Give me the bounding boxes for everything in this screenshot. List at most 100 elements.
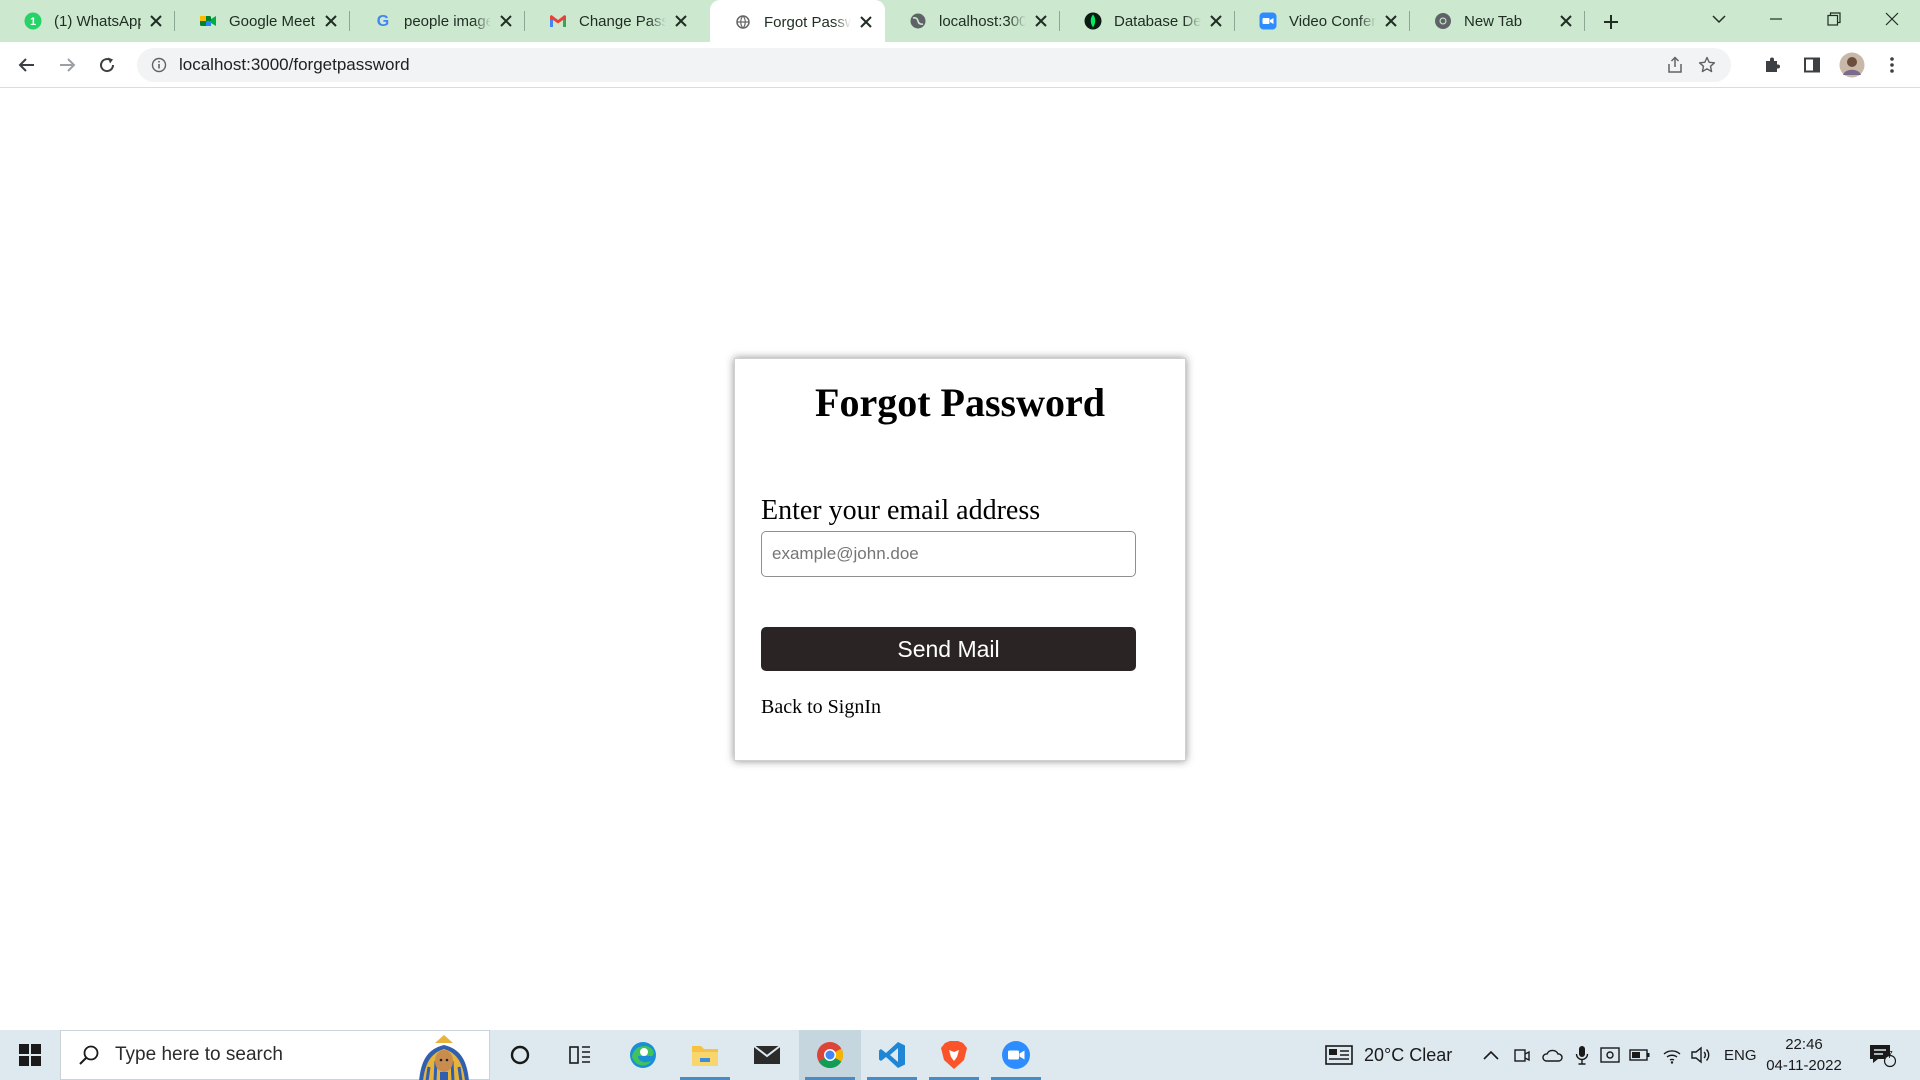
tab-title: New Tab <box>1464 12 1523 30</box>
tab-localhost[interactable]: localhost:3000 <box>885 0 1060 42</box>
tab-google-meet[interactable]: Google Meet <box>175 0 350 42</box>
email-field[interactable] <box>761 531 1136 577</box>
restore-icon <box>1827 12 1841 26</box>
bookmark-star-icon[interactable] <box>1691 49 1723 81</box>
tab-title: Forgot Password <box>764 13 851 31</box>
search-icon <box>77 1043 101 1067</box>
forward-button[interactable] <box>51 49 83 81</box>
tab-search-button[interactable] <box>1691 0 1747 38</box>
chrome-icon <box>1434 12 1452 30</box>
tab-title: localhost:3000 <box>939 12 1026 30</box>
reload-icon <box>100 57 115 73</box>
email-label: Enter your email address <box>761 495 1041 526</box>
vscode-button[interactable] <box>861 1030 923 1080</box>
url-text[interactable]: localhost:3000/forgetpassword <box>179 55 1659 75</box>
microphone-icon[interactable] <box>1570 1043 1594 1067</box>
svg-text:G: G <box>377 13 389 30</box>
page-title: Forgot Password <box>815 380 1105 425</box>
reload-button[interactable] <box>91 49 123 81</box>
close-window-button[interactable] <box>1864 0 1920 38</box>
restore-button[interactable] <box>1806 0 1862 38</box>
brave-icon <box>941 1041 967 1069</box>
tab-strip: 1 (1) WhatsApp Google Meet G people imag… <box>0 0 1920 44</box>
close-icon[interactable] <box>322 12 340 30</box>
tab-database-deployments[interactable]: Database Deployments <box>1060 0 1235 42</box>
tab-title: people images <box>404 12 491 30</box>
wifi-icon[interactable] <box>1660 1043 1684 1067</box>
close-icon[interactable] <box>497 12 515 30</box>
tab-forgot-password[interactable]: Forgot Password <box>710 0 885 44</box>
back-to-signin-link[interactable]: Back to SignIn <box>761 696 881 719</box>
brave-button[interactable] <box>923 1030 985 1080</box>
chevron-down-icon <box>1712 15 1726 24</box>
weather-text[interactable]: 20°C Clear <box>1364 1030 1452 1080</box>
close-icon[interactable] <box>1207 12 1225 30</box>
clock[interactable]: 22:46 04-11-2022 <box>1760 1034 1848 1076</box>
language-indicator[interactable]: ENG <box>1724 1030 1757 1080</box>
tab-video-conferencing[interactable]: Video Conferencing <box>1235 0 1410 42</box>
close-icon[interactable] <box>1557 12 1575 30</box>
clock-time: 22:46 <box>1785 1036 1823 1053</box>
edge-button[interactable] <box>612 1030 674 1080</box>
onedrive-cloud-icon[interactable] <box>1540 1043 1564 1067</box>
send-mail-button[interactable]: Send Mail <box>761 627 1136 671</box>
meet-now-icon[interactable] <box>1510 1043 1534 1067</box>
close-icon[interactable] <box>1382 12 1400 30</box>
minimize-icon <box>1770 18 1782 20</box>
google-icon: G <box>374 12 392 30</box>
back-button[interactable] <box>11 49 43 81</box>
zoom-button[interactable] <box>985 1030 1047 1080</box>
chrome-taskbar-button[interactable] <box>799 1030 861 1080</box>
close-icon[interactable] <box>672 12 690 30</box>
mail-button[interactable] <box>736 1030 798 1080</box>
battery-icon[interactable] <box>1628 1043 1652 1067</box>
file-explorer-button[interactable] <box>674 1030 736 1080</box>
windows-logo-icon <box>19 1044 41 1066</box>
menu-button[interactable] <box>1876 49 1908 81</box>
svg-text:1: 1 <box>30 16 36 28</box>
vscode-icon <box>879 1042 905 1068</box>
tab-people-images[interactable]: G people images <box>350 0 525 42</box>
address-bar[interactable]: localhost:3000/forgetpassword <box>137 48 1731 82</box>
browser-toolbar: localhost:3000/forgetpassword <box>0 42 1920 88</box>
tab-new-tab[interactable]: New Tab <box>1410 0 1585 42</box>
minimize-button[interactable] <box>1748 0 1804 38</box>
tab-title: Change Password <box>579 12 666 30</box>
taskbar-search[interactable]: Type here to search <box>60 1030 490 1080</box>
security-center-icon[interactable] <box>1598 1043 1622 1067</box>
close-icon[interactable] <box>1032 12 1050 30</box>
tab-change-password[interactable]: Change Password <box>525 0 700 42</box>
info-icon[interactable] <box>149 55 169 75</box>
clock-date: 04-11-2022 <box>1766 1057 1842 1074</box>
tab-separator <box>1584 11 1585 31</box>
close-icon <box>1885 12 1899 26</box>
edge-icon <box>630 1042 656 1068</box>
cortana-button[interactable] <box>489 1030 551 1080</box>
start-button[interactable] <box>0 1030 60 1080</box>
plus-icon <box>1604 15 1618 29</box>
zoom-icon <box>1259 12 1277 30</box>
close-icon[interactable] <box>857 13 875 31</box>
mail-icon <box>753 1045 781 1064</box>
tab-whatsapp[interactable]: 1 (1) WhatsApp <box>0 0 175 42</box>
new-tab-button[interactable] <box>1598 9 1624 35</box>
cortana-circle-icon <box>510 1045 530 1065</box>
task-view-button[interactable] <box>549 1030 611 1080</box>
arrow-right-icon <box>60 58 76 72</box>
chrome-icon <box>817 1042 844 1069</box>
share-icon[interactable] <box>1659 49 1691 81</box>
gmail-icon <box>549 12 567 30</box>
notification-button[interactable]: 7 <box>1866 1041 1898 1069</box>
chevron-up-icon[interactable] <box>1479 1043 1503 1067</box>
globe-icon <box>909 12 927 30</box>
volume-icon[interactable] <box>1689 1043 1713 1067</box>
extensions-button[interactable] <box>1756 49 1788 81</box>
side-panel-button[interactable] <box>1796 49 1828 81</box>
profile-avatar[interactable] <box>1836 49 1868 81</box>
kebab-menu-icon <box>1890 57 1894 73</box>
close-icon[interactable] <box>147 12 165 30</box>
avatar-icon <box>1839 52 1865 78</box>
side-panel-icon <box>1804 57 1820 73</box>
weather-icon[interactable] <box>1325 1043 1353 1067</box>
puzzle-icon <box>1766 57 1780 72</box>
